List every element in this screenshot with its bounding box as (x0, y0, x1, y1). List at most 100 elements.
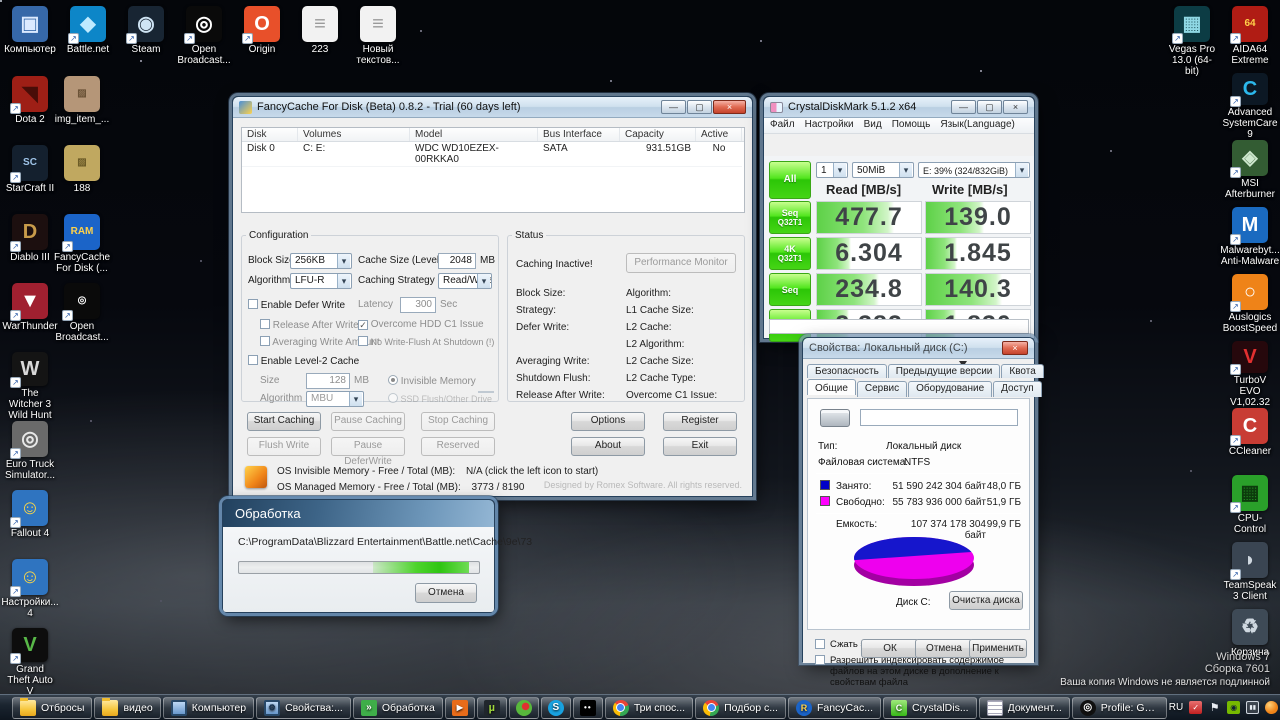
caching-strategy-select[interactable]: Read/Write (438, 273, 492, 289)
desktop-icon[interactable]: SC ↗ StarCraft II (4, 145, 56, 214)
desktop-icon[interactable]: D ↗ Diablo III (4, 214, 56, 283)
l2-algorithm-select[interactable]: MBU (306, 391, 364, 407)
invisible-memory-radio[interactable] (388, 375, 398, 385)
desktop-icon[interactable]: ☺ ↗ Fallout 4 (4, 490, 56, 559)
properties-tab[interactable]: Оборудование (908, 381, 993, 397)
pinned-app-button[interactable] (540, 696, 571, 719)
maximize-button[interactable]: ▢ (977, 100, 1002, 114)
taskbar-window-button[interactable]: CrystalDis... (883, 696, 977, 719)
desktop-icon[interactable]: ◥ ↗ Dota 2 (4, 76, 56, 145)
cdm-titlebar[interactable]: CrystalDiskMark 5.1.2 x64 — ▢ × (764, 97, 1034, 118)
target-drive-select[interactable]: E: 39% (324/832GiB) (918, 162, 1030, 178)
action-center-flag-icon[interactable] (1208, 701, 1221, 714)
cancel-button[interactable]: Отмена (915, 639, 973, 658)
column-header[interactable]: Bus Interface (538, 128, 620, 141)
column-header[interactable]: Volumes (298, 128, 410, 141)
taskbar-button[interactable]: Компьютер (162, 696, 255, 719)
taskbar-button[interactable]: Обработка (352, 696, 443, 719)
algorithm-select[interactable]: LFU-R (290, 273, 352, 289)
disk-table[interactable]: Disk Volumes Model Bus Interface Capacity Act… (241, 127, 745, 213)
latency-input[interactable]: 300 (400, 297, 436, 313)
averaging-write-checkbox[interactable] (260, 336, 270, 346)
properties-tab[interactable]: Доступ (993, 381, 1042, 397)
desktop-icon[interactable]: ◉ ↗ Steam (120, 6, 172, 66)
network-tray-icon[interactable] (1246, 701, 1260, 714)
block-size-select[interactable]: 256KB (290, 253, 352, 269)
stop-caching-button[interactable]: Stop Caching (421, 412, 495, 431)
column-header[interactable]: Active (696, 128, 742, 141)
desktop-icon[interactable]: W ↗ The Witcher 3 Wild Hunt (4, 352, 56, 421)
column-header[interactable]: Model (410, 128, 538, 141)
level2-cache-checkbox[interactable] (248, 355, 258, 365)
ssd-flush-radio[interactable] (388, 393, 398, 403)
disk-cleanup-button[interactable]: Очистка диска (949, 591, 1023, 610)
options-button[interactable]: Options (571, 412, 645, 431)
compress-disk-checkbox[interactable] (815, 639, 825, 649)
desktop-icon[interactable]: ▣ ↗ Компьютер (4, 6, 56, 66)
nvidia-tray-icon[interactable] (1227, 701, 1241, 714)
menu-settings[interactable]: Настройки (805, 119, 854, 132)
desktop-icon[interactable]: V ↗ TurboV EVO V1,02.32 (1224, 341, 1276, 408)
comment-field[interactable] (769, 319, 1029, 334)
desktop-icon[interactable]: ◎ ↗ Euro Truck Simulator... (4, 421, 56, 490)
ssd-flush-input[interactable] (478, 391, 494, 393)
minimize-button[interactable]: — (951, 100, 976, 114)
menu-file[interactable]: Файл (770, 119, 795, 132)
disk-table-row[interactable]: Disk 0 C: E: WDC WD10EZEX-00RKKA0 SATA 9… (242, 142, 744, 167)
test-row-button[interactable]: Seq (769, 273, 811, 306)
boostspeed-tray-icon[interactable] (1265, 701, 1279, 714)
desktop-icon[interactable]: ≡ ↗ Новый текстов... (352, 6, 404, 66)
desktop-icon[interactable]: ◎ ↗ Open Broadcast... (177, 6, 231, 66)
desktop-icon[interactable]: RAM ↗ FancyCache For Disk (... (54, 214, 110, 283)
processing-titlebar[interactable]: Обработка (223, 500, 494, 527)
pinned-app-button[interactable] (444, 696, 475, 719)
cancel-button[interactable]: Отмена (415, 583, 477, 603)
taskbar-window-button[interactable]: FancyCac... (787, 696, 881, 719)
defer-write-checkbox[interactable] (248, 299, 258, 309)
taskbar-button[interactable]: Отбросы (12, 696, 93, 719)
taskbar-button[interactable]: видео (94, 696, 161, 719)
taskbar-window-button[interactable]: Три спос... (604, 696, 694, 719)
desktop-icon[interactable]: ◆ ↗ Battle.net (62, 6, 114, 66)
pinned-app-button[interactable] (508, 696, 539, 719)
release-after-write-checkbox[interactable] (260, 319, 270, 329)
minimize-button[interactable]: — (661, 100, 686, 114)
taskbar-window-button[interactable]: Документ... (978, 696, 1070, 719)
index-contents-checkbox[interactable] (815, 655, 825, 665)
pinned-app-button[interactable] (572, 696, 603, 719)
desktop-icon[interactable]: 64 ↗ AIDA64 Extreme (1224, 6, 1276, 73)
pause-deferwrite-button[interactable]: Pause DeferWrite (331, 437, 405, 467)
properties-tab[interactable]: Квота (1001, 364, 1044, 378)
menu-view[interactable]: Вид (864, 119, 882, 132)
l2-size-input[interactable]: 128 (306, 373, 350, 389)
memory-status-icon[interactable] (245, 466, 267, 488)
desktop-icon[interactable]: V ↗ Grand Theft Auto V (4, 628, 56, 697)
language-indicator[interactable]: RU (1169, 702, 1183, 713)
fancycache-titlebar[interactable]: FancyCache For Disk (Beta) 0.8.2 - Trial… (233, 97, 752, 118)
desktop-icon[interactable]: ▦ ↗ Vegas Pro 13.0 (64-bit) (1166, 6, 1218, 77)
close-button[interactable]: × (1003, 100, 1028, 114)
pause-caching-button[interactable]: Pause Caching (331, 412, 405, 431)
desktop-icon[interactable]: O ↗ Origin (236, 6, 288, 66)
desktop-icon[interactable]: ▦ ↗ CPU-Control (1224, 475, 1276, 542)
desktop-icon[interactable]: ○ ↗ Auslogics BoostSpeed (1223, 274, 1277, 341)
maximize-button[interactable]: ▢ (687, 100, 712, 114)
desktop-icon[interactable]: ◗ ↗ TeamSpeak 3 Client (1224, 542, 1276, 609)
overcome-c1-checkbox[interactable]: ✓ (358, 320, 368, 330)
close-button[interactable]: × (1002, 341, 1028, 355)
ok-button[interactable]: ОК (861, 639, 919, 658)
test-count-select[interactable]: 1 (816, 162, 848, 178)
taskbar-window-button[interactable]: Подбор с... (695, 696, 786, 719)
flush-write-button[interactable]: Flush Write (247, 437, 321, 456)
desktop-icon[interactable]: ▨ ↗ img_item_... (55, 76, 109, 145)
props-titlebar[interactable]: Свойства: Локальный диск (C:) × (803, 338, 1034, 359)
taskbar-window-button[interactable]: Profile: Go... (1071, 696, 1167, 719)
desktop-icon[interactable]: ☺ ↗ Настройки... 4 (1, 559, 59, 628)
desktop-icon[interactable]: ▼ ↗ WarThunder (2, 283, 58, 352)
desktop-icon[interactable]: ▨ ↗ 188 (56, 145, 108, 214)
menu-help[interactable]: Помощь (892, 119, 931, 132)
about-button[interactable]: About (571, 437, 645, 456)
all-test-button[interactable]: All (769, 161, 811, 199)
pinned-app-button[interactable] (476, 696, 507, 719)
column-header[interactable]: Capacity (620, 128, 696, 141)
